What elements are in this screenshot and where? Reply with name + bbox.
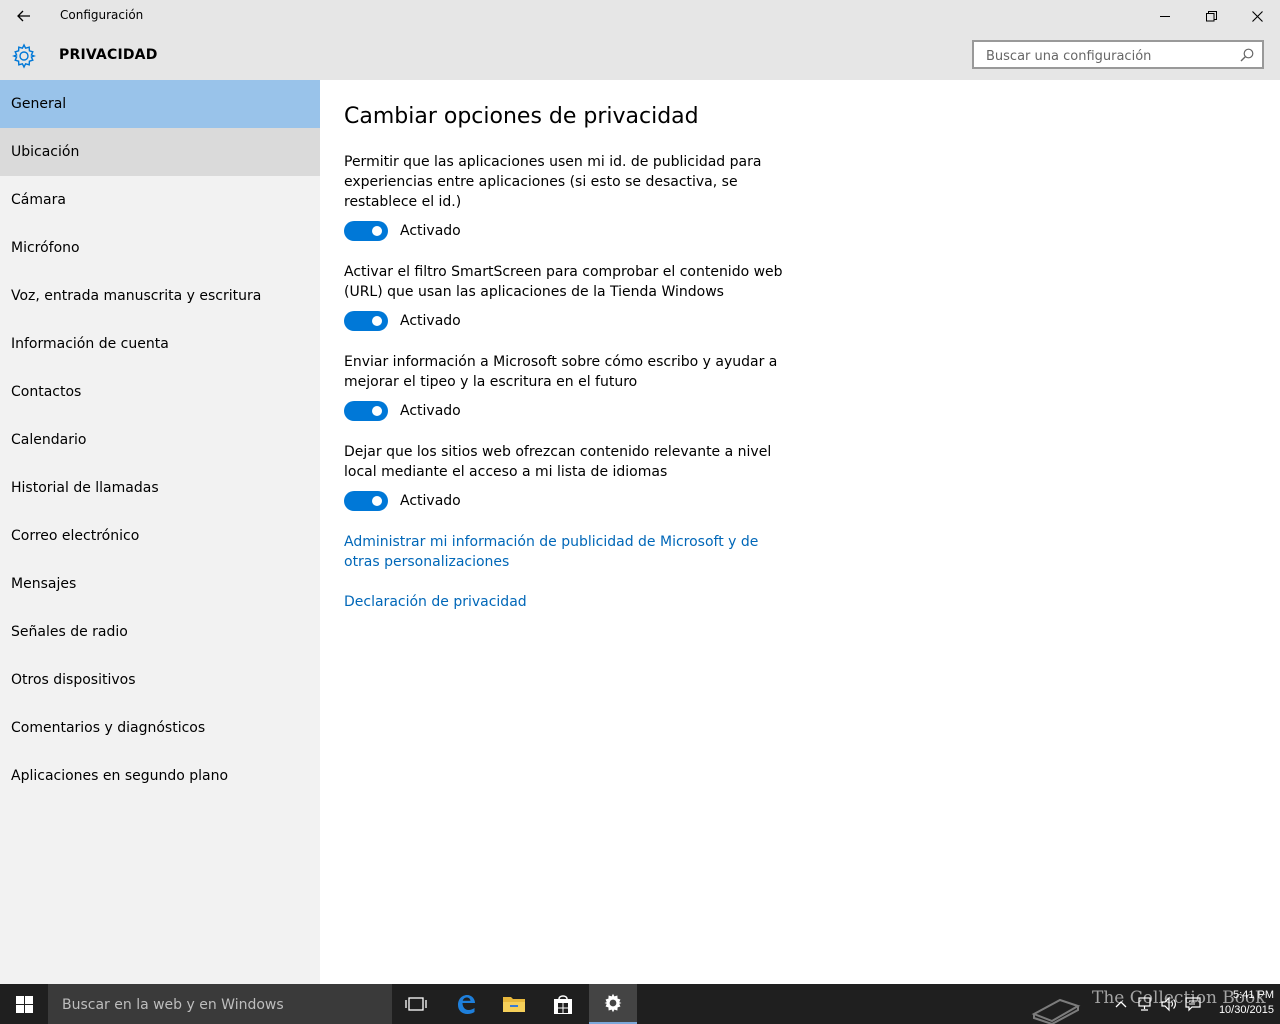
sidebar-item-label: General: [11, 96, 67, 112]
show-hidden-icons-button[interactable]: [1112, 995, 1130, 1013]
settings-header: PRIVACIDAD: [0, 32, 1280, 80]
sidebar: General Ubicación Cámara Micrófono Voz, …: [0, 80, 320, 984]
clock-date: 10/30/2015: [1218, 1004, 1274, 1016]
toggle-knob: [372, 226, 382, 236]
file-explorer-button[interactable]: [490, 984, 538, 1024]
toggle-state-label: Activado: [400, 493, 461, 509]
settings-search-box[interactable]: [972, 40, 1264, 69]
language-list-toggle[interactable]: [344, 491, 388, 511]
smartscreen-toggle[interactable]: [344, 311, 388, 331]
close-icon: [1251, 10, 1263, 22]
gear-icon: [604, 993, 622, 1013]
network-icon: [1138, 997, 1151, 1011]
toggle-state-label: Activado: [400, 313, 461, 329]
sidebar-item-messaging[interactable]: Mensajes: [0, 560, 320, 608]
toggle-knob: [372, 496, 382, 506]
toggle-knob: [372, 406, 382, 416]
start-button[interactable]: [0, 984, 48, 1024]
taskbar-clock[interactable]: 5:41 PM 10/30/2015: [1206, 988, 1274, 1018]
sidebar-item-call-history[interactable]: Historial de llamadas: [0, 464, 320, 512]
typing-info-toggle[interactable]: [344, 401, 388, 421]
sidebar-item-radios[interactable]: Señales de radio: [0, 608, 320, 656]
page-title: Cambiar opciones de privacidad: [344, 104, 699, 129]
sidebar-item-background-apps[interactable]: Aplicaciones en segundo plano: [0, 752, 320, 800]
store-button[interactable]: [539, 984, 587, 1024]
sidebar-item-label: Comentarios y diagnósticos: [11, 720, 206, 736]
gear-icon: [12, 43, 36, 69]
search-icon[interactable]: [1240, 48, 1254, 62]
advertising-id-toggle[interactable]: [344, 221, 388, 241]
sidebar-item-label: Historial de llamadas: [11, 480, 159, 496]
sidebar-item-label: Información de cuenta: [11, 336, 169, 352]
sidebar-item-label: Correo electrónico: [11, 528, 140, 544]
sidebar-item-speech-inking-typing[interactable]: Voz, entrada manuscrita y escritura: [0, 272, 320, 320]
sidebar-item-email[interactable]: Correo electrónico: [0, 512, 320, 560]
minimize-button[interactable]: [1142, 0, 1188, 32]
setting-advertising-id-row: Activado: [344, 219, 461, 243]
volume-button[interactable]: [1160, 995, 1178, 1013]
setting-smartscreen-row: Activado: [344, 309, 461, 333]
sidebar-item-calendar[interactable]: Calendario: [0, 416, 320, 464]
minimize-icon: [1159, 15, 1170, 17]
sidebar-item-label: Mensajes: [11, 576, 77, 592]
sidebar-item-label: Voz, entrada manuscrita y escritura: [11, 288, 262, 304]
task-view-icon: [405, 997, 427, 1011]
toggle-state-label: Activado: [400, 223, 461, 239]
sidebar-item-general[interactable]: General: [0, 80, 320, 128]
taskbar: The Collection Book 5:41 PM 10/30/2015: [0, 984, 1280, 1024]
folder-icon: [503, 997, 525, 1012]
action-center-button[interactable]: [1184, 995, 1202, 1013]
toggle-state-label: Activado: [400, 403, 461, 419]
settings-search-input[interactable]: [984, 46, 1238, 66]
setting-smartscreen-description: Activar el filtro SmartScreen para compr…: [344, 264, 783, 300]
setting-language-list-description: Dejar que los sitios web ofrezcan conten…: [344, 444, 772, 480]
speaker-icon: [1161, 996, 1176, 1012]
clock-time: 5:41 PM: [1233, 989, 1274, 1001]
sidebar-item-label: Calendario: [11, 432, 87, 448]
sidebar-item-camera[interactable]: Cámara: [0, 176, 320, 224]
taskbar-search-box[interactable]: [48, 984, 392, 1024]
task-view-button[interactable]: [392, 984, 440, 1024]
manage-advertising-link[interactable]: Administrar mi información de publicidad…: [344, 532, 794, 572]
sidebar-item-label: Señales de radio: [11, 624, 128, 640]
sidebar-item-contacts[interactable]: Contactos: [0, 368, 320, 416]
sidebar-item-label: Contactos: [11, 384, 82, 400]
close-button[interactable]: [1234, 0, 1280, 32]
section-title: PRIVACIDAD: [59, 47, 158, 63]
restore-icon: [1205, 10, 1217, 21]
sidebar-item-label: Micrófono: [11, 240, 80, 256]
windows-logo-icon: [15, 995, 33, 1013]
sidebar-item-microphone[interactable]: Micrófono: [0, 224, 320, 272]
sidebar-item-other-devices[interactable]: Otros dispositivos: [0, 656, 320, 704]
sidebar-item-location[interactable]: Ubicación: [0, 128, 320, 176]
network-button[interactable]: [1136, 995, 1154, 1013]
window-title: Configuración: [60, 8, 144, 22]
notifications-icon: [1185, 997, 1201, 1012]
sidebar-item-label: Cámara: [11, 192, 66, 208]
setting-typing-info-description: Enviar información a Microsoft sobre cóm…: [344, 354, 778, 390]
edge-browser-button[interactable]: [442, 984, 490, 1024]
sidebar-item-label: Aplicaciones en segundo plano: [11, 768, 229, 784]
sidebar-item-account-info[interactable]: Información de cuenta: [0, 320, 320, 368]
title-bar: Configuración: [0, 0, 1280, 32]
setting-advertising-id-description: Permitir que las aplicaciones usen mi id…: [344, 154, 762, 210]
chevron-up-icon: [1115, 1001, 1127, 1008]
edge-icon: [458, 995, 475, 1014]
sidebar-item-feedback-diagnostics[interactable]: Comentarios y diagnósticos: [0, 704, 320, 752]
toggle-knob: [372, 316, 382, 326]
main-content: Cambiar opciones de privacidad Permitir …: [320, 80, 1280, 984]
taskbar-search-input[interactable]: [60, 994, 384, 1016]
setting-typing-info-row: Activado: [344, 399, 461, 423]
book-watermark-icon: [1031, 998, 1081, 1024]
setting-language-list-row: Activado: [344, 489, 461, 513]
back-arrow-icon: [17, 10, 30, 22]
store-bag-icon: [554, 995, 572, 1014]
restore-button[interactable]: [1188, 0, 1234, 32]
settings-app-button[interactable]: [589, 984, 637, 1024]
back-button[interactable]: [8, 0, 40, 32]
sidebar-item-label: Otros dispositivos: [11, 672, 136, 688]
privacy-statement-link[interactable]: Declaración de privacidad: [344, 592, 794, 612]
sidebar-item-label: Ubicación: [11, 144, 80, 160]
